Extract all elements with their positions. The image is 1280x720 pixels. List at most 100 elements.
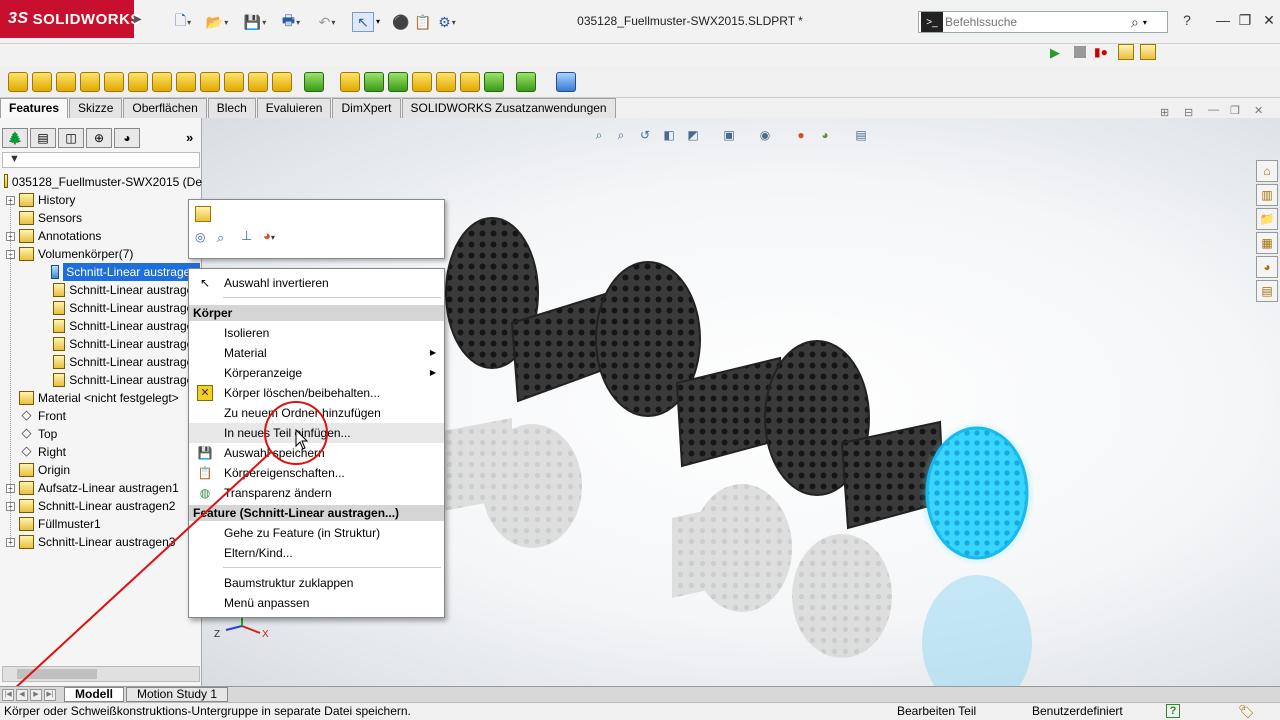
menu-item-goto-feature[interactable]: Gehe zu Feature (in Struktur)	[189, 523, 444, 543]
view-settings-icon[interactable]: ▤	[852, 128, 870, 144]
tab-motion-study[interactable]: Motion Study 1	[126, 687, 229, 702]
tree-node[interactable]: Schnitt-Linear austragen	[0, 371, 200, 389]
restore-icon[interactable]: ❐	[1234, 12, 1256, 32]
design-library-icon[interactable]: ▥	[1256, 184, 1278, 206]
search-dropdown-icon[interactable]: ▾	[1143, 18, 1147, 27]
tree-filter-input[interactable]: ▼	[2, 152, 200, 168]
menu-item-material[interactable]: Material ▶	[189, 343, 444, 363]
revolved-boss-icon[interactable]	[32, 72, 52, 92]
tree-node[interactable]: + Annotations	[0, 227, 200, 245]
section-view-icon[interactable]: ◧	[660, 128, 678, 144]
menu-item-body-properties[interactable]: 📋 Körpereigenschaften...	[189, 463, 444, 483]
tree-node[interactable]: + Aufsatz-Linear austragen1	[0, 479, 200, 497]
hide-show-items-icon[interactable]: ◉	[756, 128, 774, 144]
search-icon[interactable]: ⌕	[1131, 14, 1139, 31]
select-arrow-icon[interactable]: ↖	[352, 12, 374, 32]
tree-node[interactable]: + Schnitt-Linear austragen3	[0, 533, 200, 551]
help-icon[interactable]: ?	[1176, 12, 1198, 32]
mirror-icon[interactable]	[460, 72, 480, 92]
edit-appearance-icon[interactable]: ●	[792, 128, 810, 144]
view-orientation-icon[interactable]: ◩	[684, 128, 702, 144]
feature-properties-icon[interactable]	[195, 206, 211, 222]
tree-node[interactable]: Material <nicht festgelegt>	[0, 389, 200, 407]
search-input[interactable]	[945, 15, 1125, 29]
boundary-boss-icon[interactable]	[104, 72, 124, 92]
appearance-icon[interactable]: ◕▾	[263, 228, 287, 244]
tab-evaluate[interactable]: Evaluieren	[256, 98, 332, 118]
menu-item-invert-selection[interactable]: ↖ Auswahl invertieren	[189, 273, 444, 293]
minimize-icon[interactable]: —	[1212, 12, 1234, 32]
rib-icon[interactable]	[340, 72, 360, 92]
save-icon[interactable]: 💾 ▾	[244, 12, 266, 32]
rebuild-traffic-light-icon[interactable]: ⚫	[390, 12, 412, 32]
intersect-icon[interactable]	[436, 72, 456, 92]
revolved-cut-icon[interactable]	[176, 72, 196, 92]
viewport-close-icon[interactable]: ✕	[1254, 104, 1268, 118]
swept-boss-icon[interactable]	[56, 72, 76, 92]
menu-item-insert-into-new-part[interactable]: In neues Teil einfügen...	[189, 423, 444, 443]
menu-item-delete-keep-body[interactable]: ✕ Körper löschen/beibehalten...	[189, 383, 444, 403]
tab-sheet-metal[interactable]: Blech	[207, 98, 256, 118]
lofted-boss-icon[interactable]	[80, 72, 100, 92]
tree-node[interactable]: Schnitt-Linear austragen	[0, 317, 200, 335]
wrap-icon[interactable]	[364, 72, 384, 92]
tab-sketch[interactable]: Skizze	[69, 98, 123, 118]
tree-node[interactable]: Schnitt-Linear austragen	[0, 353, 200, 371]
hide-body-icon[interactable]: ◎	[195, 230, 211, 246]
status-help-icon[interactable]: ?	[1166, 704, 1180, 718]
zoom-to-selection-icon[interactable]: ⌕	[217, 230, 233, 246]
file-properties-icon[interactable]: 📋	[412, 12, 434, 32]
tree-node[interactable]: ◇ Front	[0, 407, 200, 425]
tree-node[interactable]: Schnitt-Linear austragen	[0, 263, 200, 281]
options-icon[interactable]: ⚙ ▾	[436, 12, 458, 32]
status-tag-icon[interactable]: 🏷	[1238, 703, 1255, 720]
menu-item-customize-menu[interactable]: Menü anpassen	[189, 593, 444, 613]
run-macro-icon[interactable]: ▶	[1050, 45, 1064, 60]
tab-surfaces[interactable]: Oberflächen	[123, 98, 207, 118]
feature-manager-tab-icon[interactable]: 🌲	[2, 128, 28, 148]
display-style-icon[interactable]: ▣	[720, 128, 738, 144]
command-search-box[interactable]: >_ ⌕ ▾	[918, 11, 1168, 33]
draft-icon[interactable]	[388, 72, 408, 92]
extruded-boss-icon[interactable]	[8, 72, 28, 92]
swept-cut-icon[interactable]	[200, 72, 220, 92]
record-macro-icon[interactable]: ▮●	[1094, 45, 1110, 59]
undo-icon[interactable]: ↶ ▾	[316, 12, 338, 32]
zoom-to-area-icon[interactable]: ⌕	[612, 128, 630, 144]
solidworks-logo[interactable]: 3S SOLIDWORKS	[0, 0, 140, 38]
tree-node[interactable]: Schnitt-Linear austragen	[0, 335, 200, 353]
apply-scene-icon[interactable]: ◕	[816, 128, 834, 144]
menu-item-collapse-tree[interactable]: Baumstruktur zuklappen	[189, 573, 444, 593]
tree-node[interactable]: Origin	[0, 461, 200, 479]
view-palette-icon[interactable]: ▦	[1256, 232, 1278, 254]
menu-item-body-display[interactable]: Körperanzeige ▶	[189, 363, 444, 383]
configuration-manager-tab-icon[interactable]: ◫	[58, 128, 84, 148]
appearances-icon[interactable]: ◕	[1256, 256, 1278, 278]
boundary-cut-icon[interactable]	[248, 72, 268, 92]
tree-node[interactable]: + History	[0, 191, 200, 209]
linear-pattern-icon[interactable]	[304, 72, 324, 92]
tree-node[interactable]: Sensors	[0, 209, 200, 227]
fillet-icon[interactable]	[272, 72, 292, 92]
hole-wizard-icon[interactable]	[152, 72, 172, 92]
tab-dimxpert[interactable]: DimXpert	[332, 98, 401, 118]
task-pane-home-icon[interactable]: ⌂	[1256, 160, 1278, 182]
expand-panel-icon[interactable]: »	[186, 130, 198, 146]
previous-view-icon[interactable]: ↺	[636, 128, 654, 144]
instant3d-icon[interactable]	[556, 72, 576, 92]
extruded-cut-icon[interactable]	[128, 72, 148, 92]
tree-node[interactable]: Füllmuster1	[0, 515, 200, 533]
tree-node[interactable]: Schnitt-Linear austragen	[0, 299, 200, 317]
reference-geometry-icon[interactable]	[484, 72, 504, 92]
scrollbar-thumb[interactable]	[17, 669, 97, 679]
stop-macro-icon[interactable]	[1074, 46, 1086, 58]
new-macro-icon[interactable]	[1118, 44, 1134, 60]
menu-item-isolate[interactable]: Isolieren	[189, 323, 444, 343]
open-folder-icon[interactable]: 📂 ▾	[206, 12, 228, 32]
menu-item-change-transparency[interactable]: ◍ Transparenz ändern	[189, 483, 444, 503]
tree-root[interactable]: 035128_Fuellmuster-SWX2015 (De	[4, 174, 202, 190]
viewport-split-icon[interactable]: ⊞	[1160, 106, 1174, 120]
new-document-icon[interactable]: 🗋 ▾	[172, 12, 194, 32]
property-manager-tab-icon[interactable]: ▤	[30, 128, 56, 148]
tree-horizontal-scrollbar[interactable]	[2, 666, 200, 682]
